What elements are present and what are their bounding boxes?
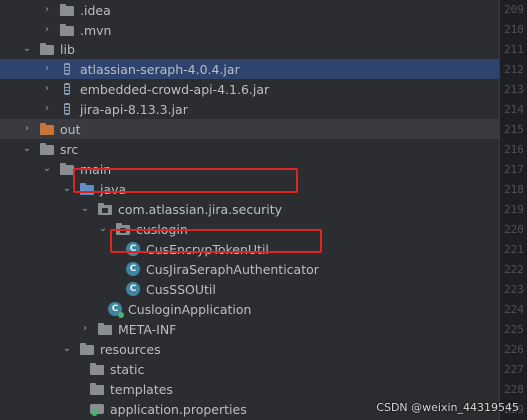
- highlight-box-package: [73, 168, 298, 193]
- chevron-right-icon[interactable]: ›: [42, 84, 52, 94]
- properties-icon: [90, 402, 104, 416]
- folder-icon: [60, 3, 74, 17]
- chevron-down-icon[interactable]: ⌄: [42, 164, 52, 174]
- line-number: 213: [504, 83, 524, 96]
- tree-item-out[interactable]: › out: [0, 119, 500, 139]
- folder-icon: [40, 142, 54, 156]
- package-icon: [98, 202, 112, 216]
- line-number: 227: [504, 363, 524, 376]
- line-number: 211: [504, 43, 524, 56]
- excluded-folder-icon: [40, 122, 54, 136]
- tree-item-label: embedded-crowd-api-4.1.6.jar: [80, 81, 270, 97]
- line-number: 219: [504, 203, 524, 216]
- line-number: 222: [504, 263, 524, 276]
- tree-item-cusjiraseraphauthenticator[interactable]: C CusJiraSeraphAuthenticator: [0, 259, 500, 279]
- line-number: 214: [504, 103, 524, 116]
- tree-item-label: CusloginApplication: [128, 301, 252, 317]
- line-number-gutter: 209 210 211 212 213 214 215 216 217 218 …: [499, 0, 527, 420]
- chevron-down-icon[interactable]: ⌄: [22, 144, 32, 154]
- tree-item-label: out: [60, 121, 81, 137]
- tree-item-cussoutil[interactable]: C CusSSOUtil: [0, 279, 500, 299]
- line-number: 224: [504, 303, 524, 316]
- tree-item-label: CusJiraSeraphAuthenticator: [146, 261, 319, 277]
- tree-item-meta-inf[interactable]: › META-INF: [0, 319, 500, 339]
- line-number: 221: [504, 243, 524, 256]
- tree-item-label: static: [110, 361, 145, 377]
- line-number: 210: [504, 23, 524, 36]
- tree-item-label: templates: [110, 381, 173, 397]
- tree-item-label: src: [60, 141, 79, 157]
- tree-item-embedded-crowd-jar[interactable]: › embedded-crowd-api-4.1.6.jar: [0, 79, 500, 99]
- line-number: 228: [504, 383, 524, 396]
- tree-item-jira-api-jar[interactable]: › jira-api-8.13.3.jar: [0, 99, 500, 119]
- folder-icon: [98, 322, 112, 336]
- line-number: 217: [504, 163, 524, 176]
- tree-item-templates[interactable]: templates: [0, 379, 500, 399]
- tree-item-src[interactable]: ⌄ src: [0, 139, 500, 159]
- tree-item-label: .idea: [80, 2, 111, 18]
- line-number: 218: [504, 183, 524, 196]
- folder-icon: [90, 362, 104, 376]
- watermark: CSDN @weixin_44319545: [376, 401, 519, 414]
- tree-item-label: lib: [60, 41, 75, 57]
- tree-item-com-atlassian-jira-security[interactable]: ⌄ com.atlassian.jira.security: [0, 199, 500, 219]
- tree-item-cusloginapplication[interactable]: C CusloginApplication: [0, 299, 500, 319]
- resources-folder-icon: [80, 342, 94, 356]
- chevron-right-icon[interactable]: ›: [42, 104, 52, 114]
- tree-item-label: application.properties: [110, 401, 247, 417]
- line-number: 212: [504, 63, 524, 76]
- tree-item-label: jira-api-8.13.3.jar: [80, 101, 188, 117]
- chevron-right-icon[interactable]: ›: [80, 324, 90, 334]
- line-number: 226: [504, 343, 524, 356]
- jar-icon: [60, 82, 74, 96]
- spring-class-icon: C: [108, 302, 124, 318]
- folder-icon: [60, 162, 74, 176]
- tree-item-label: .mvn: [80, 22, 112, 38]
- tree-item-label: resources: [100, 341, 161, 357]
- chevron-down-icon[interactable]: ⌄: [22, 44, 32, 54]
- chevron-right-icon[interactable]: ›: [42, 25, 52, 35]
- class-icon: C: [126, 282, 140, 296]
- tree-item-atlassian-seraph-jar[interactable]: › atlassian-seraph-4.0.4.jar: [0, 59, 500, 79]
- tree-item-label: com.atlassian.jira.security: [118, 201, 283, 217]
- folder-icon: [40, 42, 54, 56]
- class-icon: C: [126, 262, 140, 276]
- chevron-down-icon[interactable]: ⌄: [98, 224, 108, 234]
- tree-item-mvn[interactable]: › .mvn: [0, 20, 500, 40]
- chevron-right-icon[interactable]: ›: [42, 64, 52, 74]
- tree-item-label: CusSSOUtil: [146, 281, 216, 297]
- tree-item-idea[interactable]: › .idea: [0, 0, 500, 20]
- folder-icon: [60, 23, 74, 37]
- jar-icon: [60, 62, 74, 76]
- chevron-right-icon[interactable]: ›: [22, 124, 32, 134]
- highlight-box-authenticator: [110, 229, 322, 253]
- tree-item-label: atlassian-seraph-4.0.4.jar: [80, 61, 240, 77]
- tree-item-resources[interactable]: ⌄ resources: [0, 339, 500, 359]
- chevron-right-icon[interactable]: ›: [42, 5, 52, 15]
- line-number: 223: [504, 283, 524, 296]
- chevron-down-icon[interactable]: ⌄: [80, 204, 90, 214]
- chevron-down-icon[interactable]: ⌄: [62, 344, 72, 354]
- line-number: 220: [504, 223, 524, 236]
- tree-item-label: META-INF: [118, 321, 177, 337]
- line-number: 216: [504, 143, 524, 156]
- line-number: 209: [504, 3, 524, 16]
- chevron-down-icon[interactable]: ⌄: [62, 184, 72, 194]
- jar-icon: [60, 102, 74, 116]
- folder-icon: [90, 382, 104, 396]
- tree-item-static[interactable]: static: [0, 359, 500, 379]
- line-number: 225: [504, 323, 524, 336]
- line-number: 215: [504, 123, 524, 136]
- project-tree: › .idea › .mvn ⌄ lib › atlassian-seraph-…: [0, 0, 500, 420]
- tree-item-lib[interactable]: ⌄ lib: [0, 39, 500, 59]
